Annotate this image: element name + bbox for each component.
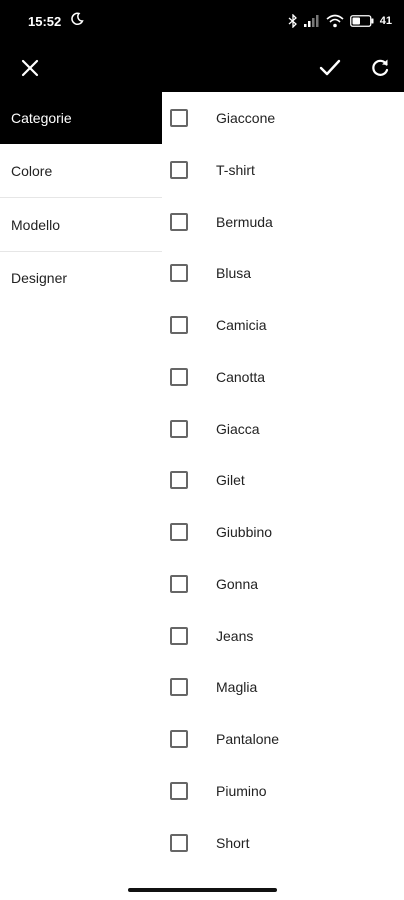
bluetooth-icon — [288, 14, 297, 28]
reset-button[interactable] — [364, 52, 396, 84]
list-item[interactable]: Piumino — [162, 766, 404, 816]
list-item[interactable]: Bermuda — [162, 197, 404, 247]
battery-icon — [349, 15, 374, 27]
battery-level: 41 — [379, 15, 392, 27]
apply-button[interactable] — [314, 52, 346, 84]
list-item[interactable]: Short — [162, 818, 404, 868]
list-item[interactable]: Maglia — [162, 662, 404, 712]
refresh-icon — [372, 59, 389, 76]
list-item[interactable]: Gilet — [162, 455, 404, 505]
checkbox[interactable] — [170, 523, 188, 541]
list-item[interactable]: T-shirt — [162, 145, 404, 195]
list-item[interactable]: Giubbino — [162, 507, 404, 557]
checkbox[interactable] — [170, 264, 188, 282]
option-label: Pantalone — [216, 731, 280, 747]
checkbox[interactable] — [170, 730, 188, 748]
option-label: Gonna — [216, 576, 259, 592]
close-button[interactable] — [14, 52, 46, 84]
option-label: T-shirt — [216, 162, 255, 178]
sidebar-item-modello[interactable]: Modello — [0, 198, 162, 252]
list-item[interactable]: Camicia — [162, 300, 404, 350]
checkbox[interactable] — [170, 213, 188, 231]
checkbox[interactable] — [170, 161, 188, 179]
checkbox[interactable] — [170, 471, 188, 489]
sidebar-item-colore[interactable]: Colore — [0, 144, 162, 198]
checkbox[interactable] — [170, 575, 188, 593]
sidebar-item-label: Modello — [11, 216, 61, 233]
checkbox[interactable] — [170, 368, 188, 386]
sidebar-item-categorie[interactable]: Categorie — [0, 92, 162, 144]
option-label: Bermuda — [216, 214, 273, 230]
list-item[interactable]: Blusa — [162, 248, 404, 298]
option-label: Jeans — [216, 628, 254, 644]
sidebar-item-label: Colore — [11, 162, 53, 179]
option-label: Piumino — [216, 783, 267, 799]
status-time: 15:52 — [28, 14, 62, 29]
category-options-list: Giaccone T-shirt Bermuda Blusa Camicia C… — [162, 92, 404, 872]
option-label: Canotta — [216, 369, 266, 385]
list-item[interactable]: Giacca — [162, 404, 404, 454]
option-label: Giacca — [216, 421, 260, 437]
list-item[interactable]: Jeans — [162, 611, 404, 661]
signal-icon — [303, 15, 319, 27]
option-label: Maglia — [216, 679, 258, 695]
status-icons: 41 — [288, 12, 392, 30]
checkbox[interactable] — [170, 678, 188, 696]
sidebar-item-designer[interactable]: Designer — [0, 252, 162, 304]
checkbox[interactable] — [170, 627, 188, 645]
list-item[interactable]: Giaccone — [162, 93, 404, 143]
checkbox[interactable] — [170, 316, 188, 334]
home-indicator[interactable] — [128, 888, 277, 892]
option-label: Blusa — [216, 265, 252, 281]
filter-category-sidebar: Categorie Colore Modello Designer — [0, 92, 162, 852]
check-icon — [319, 59, 341, 76]
close-icon — [21, 59, 39, 77]
option-label: Camicia — [216, 317, 267, 333]
list-item[interactable]: Canotta — [162, 352, 404, 402]
option-label: Short — [216, 835, 250, 851]
checkbox[interactable] — [170, 109, 188, 127]
list-item[interactable]: Gonna — [162, 559, 404, 609]
checkbox[interactable] — [170, 834, 188, 852]
sidebar-item-label: Designer — [11, 270, 68, 286]
checkbox[interactable] — [170, 420, 188, 438]
option-label: Giaccone — [216, 110, 276, 126]
filter-toolbar — [0, 44, 404, 92]
status-bar: 15:52 41 — [0, 0, 404, 44]
list-item[interactable]: Pantalone — [162, 714, 404, 764]
moon-icon — [71, 12, 84, 26]
wifi-icon — [326, 14, 344, 28]
option-label: Gilet — [216, 472, 245, 488]
checkbox[interactable] — [170, 782, 188, 800]
option-label: Giubbino — [216, 524, 273, 540]
sidebar-item-label: Categorie — [11, 110, 72, 126]
